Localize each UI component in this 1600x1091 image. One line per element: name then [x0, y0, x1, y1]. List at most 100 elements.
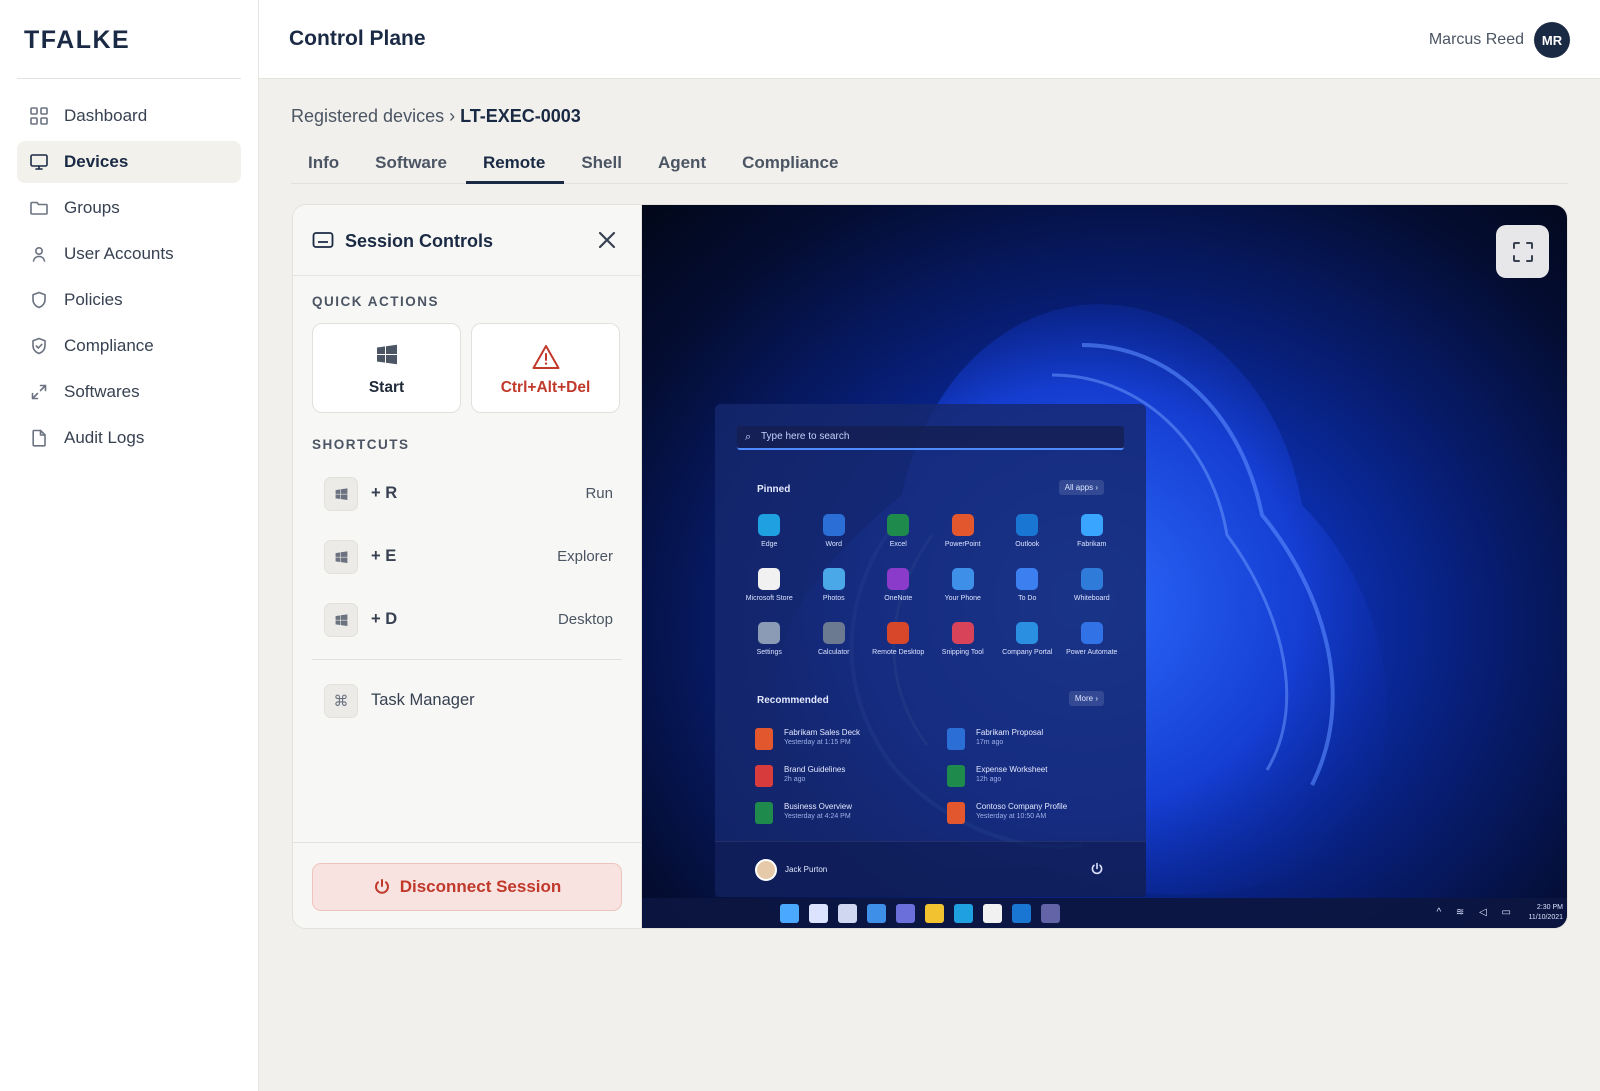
file-time: 17m ago	[976, 739, 1004, 746]
recommended-file[interactable]: Brand Guidelines 2h ago	[755, 763, 947, 800]
avatar[interactable]: MR	[1534, 22, 1570, 58]
sidebar-item-groups[interactable]: Groups	[17, 187, 241, 229]
tab-compliance[interactable]: Compliance	[725, 144, 857, 184]
sidebar-item-label: Dashboard	[64, 106, 148, 125]
sidebar-item-compliance[interactable]: Compliance	[17, 325, 241, 367]
shortcut-explorer[interactable]: + E Explorer	[324, 540, 613, 574]
task-manager-button[interactable]: ⌘ Task Manager	[324, 684, 613, 718]
pinned-app[interactable]: Company Portal	[995, 618, 1060, 672]
breadcrumb-parent-link[interactable]: Registered devices	[291, 106, 444, 126]
app-name: Excel	[889, 541, 907, 548]
breadcrumb-separator: ›	[449, 106, 456, 126]
app-icon	[758, 622, 781, 644]
pinned-label: Pinned	[757, 484, 791, 495]
taskbar-clock[interactable]: 2:30 PM 11/10/2021	[1528, 903, 1563, 923]
power-icon[interactable]	[1090, 862, 1104, 876]
app-icon	[1080, 514, 1103, 536]
remote-screen[interactable]: ⌕ Type here to search Pinned All apps › …	[642, 205, 1567, 928]
app-icon	[887, 622, 910, 644]
start-button[interactable]: Start	[312, 323, 461, 413]
pinned-app[interactable]: Calculator	[802, 618, 867, 672]
file-name: Contoso Company Profile	[976, 802, 1068, 811]
recommended-file[interactable]: Fabrikam Proposal 17m ago	[947, 726, 1115, 763]
remote-user-name: Jack Purton	[785, 865, 828, 874]
recommended-label: Recommended	[757, 695, 829, 706]
fullscreen-icon	[1512, 241, 1533, 262]
pinned-app[interactable]: Power Automate	[1060, 618, 1125, 672]
pinned-app[interactable]: Settings	[737, 618, 802, 672]
recommended-file[interactable]: Business Overview Yesterday at 4:24 PM	[755, 800, 947, 837]
shortcut-key: + D	[371, 610, 398, 628]
pinned-app[interactable]: Outlook	[995, 510, 1060, 564]
task-view-icon[interactable]	[838, 904, 857, 923]
sidebar-item-user-accounts[interactable]: User Accounts	[17, 233, 241, 275]
shortcut-desktop[interactable]: + D Desktop	[324, 603, 613, 637]
tab-info[interactable]: Info	[291, 144, 358, 184]
tab-remote[interactable]: Remote	[465, 144, 565, 184]
app-icon	[1016, 514, 1039, 536]
pinned-app[interactable]: Remote Desktop	[866, 618, 931, 672]
disconnect-session-button[interactable]: Disconnect Session	[312, 863, 622, 911]
file-time: Yesterday at 1:15 PM	[784, 739, 851, 746]
all-apps-button[interactable]: All apps ›	[1058, 480, 1104, 495]
app-name: Outlook	[1015, 541, 1040, 548]
app-name: Fabrikam	[1077, 541, 1107, 548]
sidebar-item-audit-logs[interactable]: Audit Logs	[17, 417, 241, 459]
pinned-app[interactable]: Photos	[802, 564, 867, 618]
pinned-app[interactable]: Fabrikam	[1060, 510, 1125, 564]
shortcut-name: Desktop	[557, 611, 613, 628]
remote-start-menu[interactable]: ⌕ Type here to search Pinned All apps › …	[715, 404, 1146, 897]
tab-shell[interactable]: Shell	[564, 144, 641, 184]
pinned-app[interactable]: PowerPoint	[931, 510, 996, 564]
session-controls: Session Controls QUICK ACTIONS Start Ctr…	[293, 205, 642, 928]
sidebar-item-dashboard[interactable]: Dashboard	[17, 95, 241, 137]
windows-key-icon	[324, 477, 358, 511]
sidebar-item-label: User Accounts	[64, 244, 174, 263]
widgets-icon[interactable]	[867, 904, 886, 923]
pinned-app[interactable]: OneNote	[866, 564, 931, 618]
more-button[interactable]: More ›	[1068, 691, 1104, 706]
store-icon[interactable]	[983, 904, 1002, 923]
tab-agent[interactable]: Agent	[641, 144, 725, 184]
power-icon	[374, 879, 389, 894]
app-icon	[758, 514, 781, 536]
file-icon	[947, 728, 965, 750]
search-icon[interactable]	[809, 904, 828, 923]
tab-software[interactable]: Software	[358, 144, 466, 184]
task-manager-label: Task Manager	[371, 691, 475, 709]
sidebar-item-policies[interactable]: Policies	[17, 279, 241, 321]
close-icon[interactable]	[596, 229, 618, 251]
pinned-app[interactable]: Snipping Tool	[931, 618, 996, 672]
breadcrumb-current: LT-EXEC-0003	[460, 106, 581, 126]
fullscreen-button[interactable]	[1496, 225, 1549, 278]
app-icon	[951, 514, 974, 536]
teams-icon[interactable]	[1041, 904, 1060, 923]
remote-user-avatar[interactable]	[755, 859, 777, 881]
outlook-icon[interactable]	[1012, 904, 1031, 923]
app-name: Edge	[761, 541, 778, 548]
pinned-app[interactable]: Whiteboard	[1060, 564, 1125, 618]
brand-logo[interactable]: TFALKE	[24, 26, 130, 55]
pinned-app[interactable]: Excel	[866, 510, 931, 564]
ctrl-alt-del-button[interactable]: Ctrl+Alt+Del	[471, 323, 620, 413]
sidebar-item-softwares[interactable]: Softwares	[17, 371, 241, 413]
windows-start-icon[interactable]	[780, 904, 799, 923]
file-explorer-icon[interactable]	[925, 904, 944, 923]
sidebar-item-devices[interactable]: Devices	[17, 141, 241, 183]
pinned-app[interactable]: Your Phone	[931, 564, 996, 618]
recommended-file[interactable]: Fabrikam Sales Deck Yesterday at 1:15 PM	[755, 726, 947, 763]
remote-search-placeholder: Type here to search	[761, 431, 850, 442]
shortcut-run[interactable]: + R Run	[324, 477, 613, 511]
pinned-app[interactable]: Edge	[737, 510, 802, 564]
command-icon: ⌘	[324, 684, 358, 718]
pinned-app[interactable]: Microsoft Store	[737, 564, 802, 618]
recommended-file[interactable]: Contoso Company Profile Yesterday at 10:5…	[947, 800, 1115, 837]
chat-icon[interactable]	[896, 904, 915, 923]
remote-search-box[interactable]: ⌕ Type here to search	[737, 426, 1124, 450]
recommended-file[interactable]: Expense Worksheet 12h ago	[947, 763, 1115, 800]
pinned-app[interactable]: To Do	[995, 564, 1060, 618]
edge-icon[interactable]	[954, 904, 973, 923]
pinned-app[interactable]: Word	[802, 510, 867, 564]
windows-key-icon	[324, 540, 358, 574]
system-tray[interactable]: ^ ≋ ◁ ▭	[1436, 907, 1517, 918]
